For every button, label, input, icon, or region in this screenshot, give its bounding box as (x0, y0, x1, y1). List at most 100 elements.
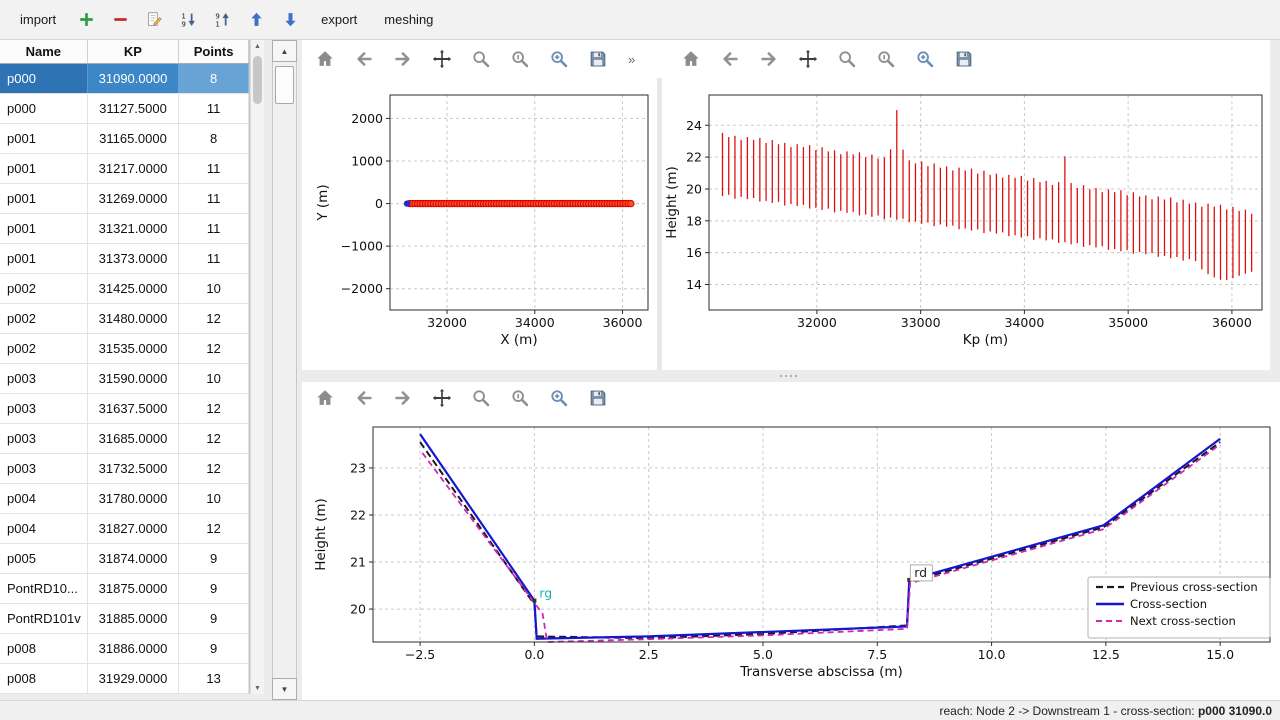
table-row[interactable]: p00031127.500011 (0, 94, 249, 124)
zoom-button[interactable] (832, 44, 862, 74)
save-button[interactable] (583, 44, 613, 74)
table-row[interactable]: p00131217.000011 (0, 154, 249, 184)
pan-button[interactable] (793, 44, 823, 74)
forward-button[interactable] (388, 44, 418, 74)
table-row[interactable]: p00231480.000012 (0, 304, 249, 334)
back-button[interactable] (715, 44, 745, 74)
customize-button[interactable] (544, 44, 574, 74)
panel-scroll-up-button[interactable]: ▲ (272, 40, 297, 62)
forward-button[interactable] (754, 44, 784, 74)
back-icon (353, 387, 375, 409)
subplots-button[interactable] (871, 44, 901, 74)
move-down-button[interactable] (277, 6, 304, 33)
svg-text:Transverse abscissa (m): Transverse abscissa (m) (739, 664, 903, 680)
home-button[interactable] (310, 383, 340, 413)
customize-button[interactable] (544, 383, 574, 413)
back-button[interactable] (349, 44, 379, 74)
table-row[interactable]: p00031090.00008 (0, 64, 249, 94)
main-toolbar: import 19 91 export meshing (0, 0, 1280, 40)
table-row[interactable]: p00831886.00009 (0, 634, 249, 664)
edit-cross-section-button[interactable] (141, 6, 168, 33)
subplots-icon (875, 48, 897, 70)
cell-kp: 31425.0000 (88, 274, 180, 303)
save-button[interactable] (949, 44, 979, 74)
table-row[interactable]: p00831929.000013 (0, 664, 249, 694)
cell-kp: 31090.0000 (88, 64, 180, 93)
add-cross-section-button[interactable] (73, 6, 100, 33)
sort-descending-button[interactable]: 91 (209, 6, 236, 33)
table-row[interactable]: PontRD10...31875.00009 (0, 574, 249, 604)
column-header-kp[interactable]: KP (88, 40, 180, 63)
table-row[interactable]: p00331685.000012 (0, 424, 249, 454)
cell-points: 11 (179, 244, 249, 273)
forward-icon (758, 48, 780, 70)
home-button[interactable] (310, 44, 340, 74)
svg-text:Height (m): Height (m) (313, 498, 329, 571)
table-row[interactable]: p00231425.000010 (0, 274, 249, 304)
subplots-button[interactable] (505, 44, 535, 74)
move-up-button[interactable] (243, 6, 270, 33)
cell-name: p003 (0, 454, 88, 483)
xy-plot[interactable]: 320003400036000200010000−1000−2000X (m)Y… (305, 78, 657, 370)
profile-plot[interactable]: 3200033000340003500036000141618202224Kp … (662, 78, 1270, 370)
zoom-button[interactable] (466, 44, 496, 74)
panel-scrollbar-thumb[interactable] (275, 66, 294, 104)
table-header: Name KP Points (0, 40, 249, 64)
customize-button[interactable] (910, 44, 940, 74)
table-row[interactable]: PontRD101v31885.00009 (0, 604, 249, 634)
section-plot[interactable]: rgrd−2.50.02.55.07.510.012.515.020212223… (305, 414, 1275, 696)
table-row[interactable]: p00131269.000011 (0, 184, 249, 214)
cell-kp: 31827.0000 (88, 514, 180, 543)
column-header-points[interactable]: Points (179, 40, 249, 63)
table-row[interactable]: p00431827.000012 (0, 514, 249, 544)
cell-kp: 31165.0000 (88, 124, 180, 153)
cell-name: p002 (0, 274, 88, 303)
meshing-button[interactable]: meshing (374, 7, 443, 32)
column-header-name[interactable]: Name (0, 40, 88, 63)
splitter-handle[interactable] (780, 375, 797, 377)
toolbar-overflow-chevron[interactable]: » (628, 52, 635, 67)
table-row[interactable]: p00231535.000012 (0, 334, 249, 364)
svg-text:36000: 36000 (1212, 315, 1252, 330)
panel-scroll-down-button[interactable]: ▼ (272, 678, 297, 700)
export-button[interactable]: export (311, 7, 367, 32)
remove-cross-section-button[interactable] (107, 6, 134, 33)
horizontal-splitter[interactable] (302, 370, 1280, 382)
table-scrollbar[interactable]: ▲ ▼ (250, 40, 264, 694)
back-button[interactable] (349, 383, 379, 413)
table-row[interactable]: p00131373.000011 (0, 244, 249, 274)
application-window: import 19 91 export meshing Name KP Points p… (0, 0, 1280, 720)
table-scrollbar-thumb[interactable] (253, 56, 262, 104)
table-row[interactable]: p00331590.000010 (0, 364, 249, 394)
cell-points: 12 (179, 514, 249, 543)
cell-name: p003 (0, 424, 88, 453)
pan-icon (797, 48, 819, 70)
svg-text:2.5: 2.5 (639, 647, 659, 662)
cell-name: p002 (0, 304, 88, 333)
home-button[interactable] (676, 44, 706, 74)
table-row[interactable]: p00131321.000011 (0, 214, 249, 244)
table-row[interactable]: p00331637.500012 (0, 394, 249, 424)
import-button[interactable]: import (10, 7, 66, 32)
subplots-button[interactable] (505, 383, 535, 413)
panel-scrollbar[interactable]: ▲ ▼ (272, 40, 297, 700)
table-row[interactable]: p00431780.000010 (0, 484, 249, 514)
arrowdown-icon (281, 10, 300, 29)
pan-button[interactable] (427, 44, 457, 74)
scroll-down-arrow-icon[interactable]: ▼ (251, 682, 264, 694)
svg-text:2000: 2000 (351, 111, 383, 126)
table-row[interactable]: p00531874.00009 (0, 544, 249, 574)
zoom-icon (836, 48, 858, 70)
sort-ascending-button[interactable]: 19 (175, 6, 202, 33)
save-button[interactable] (583, 383, 613, 413)
svg-text:10.0: 10.0 (978, 647, 1006, 662)
table-row[interactable]: p00331732.500012 (0, 454, 249, 484)
cell-name: p002 (0, 334, 88, 363)
pan-button[interactable] (427, 383, 457, 413)
scroll-up-arrow-icon[interactable]: ▲ (251, 40, 264, 52)
svg-text:23: 23 (350, 460, 366, 475)
zoom-button[interactable] (466, 383, 496, 413)
cell-points: 11 (179, 214, 249, 243)
forward-button[interactable] (388, 383, 418, 413)
table-row[interactable]: p00131165.00008 (0, 124, 249, 154)
